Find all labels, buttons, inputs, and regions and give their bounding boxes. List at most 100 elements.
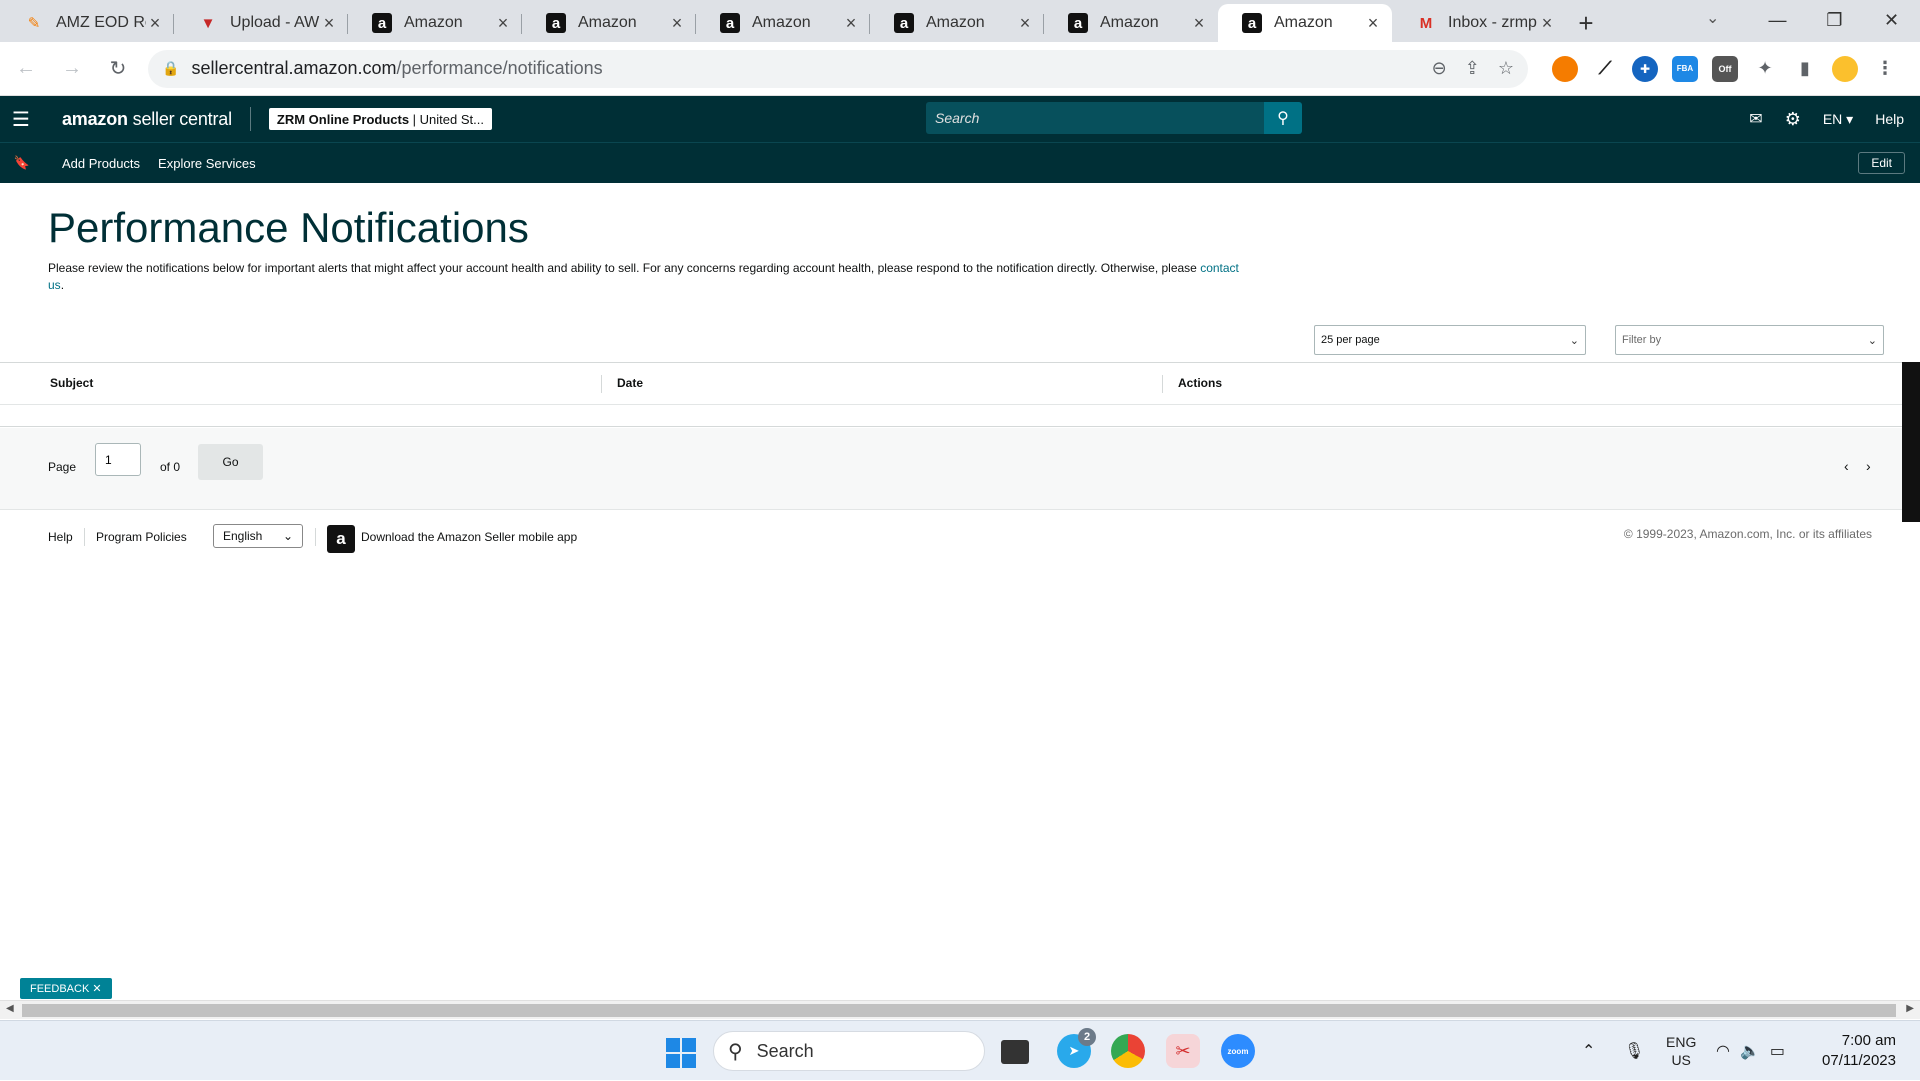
browser-tab[interactable]: a Amazon × [1044,4,1218,42]
help-link[interactable]: Help [1875,111,1904,127]
close-icon[interactable]: × [842,13,860,34]
seller-central-logo[interactable]: amazon seller central [62,107,251,131]
close-icon[interactable]: × [1364,13,1382,34]
extensions-puzzle-icon[interactable]: ✦ [1752,56,1778,82]
search-icon[interactable]: ⚲ [1264,102,1302,134]
column-date[interactable]: Date [617,376,643,390]
explore-services-link[interactable]: Explore Services [158,156,256,171]
scroll-left-icon[interactable]: ◀ [6,1003,14,1014]
feedback-button[interactable]: FEEDBACK ✕ [20,978,112,999]
browser-tab[interactable]: a Amazon × [870,4,1044,42]
browser-tab[interactable]: a Amazon × [696,4,870,42]
close-window-icon[interactable]: ✕ [1863,0,1920,40]
bookmark-star-icon[interactable]: ☆ [1498,58,1514,79]
more-menu-icon[interactable]: ⋮ [1872,56,1898,82]
forward-icon[interactable]: → [52,49,92,89]
settings-gear-icon[interactable]: ⚙ [1785,109,1801,130]
close-icon[interactable]: ✕ [92,982,101,995]
browser-tabstrip: ✎ AMZ EOD Rep × ▼ Upload - AWI × a Amazo… [0,0,1920,42]
close-icon[interactable]: × [1538,13,1556,34]
table-header: Subject Date Actions [0,363,1902,405]
browser-tab[interactable]: ✎ AMZ EOD Rep × [0,4,174,42]
microphone-icon[interactable]: 🎙 [1624,1021,1644,1081]
hamburger-menu-icon[interactable]: ☰ [0,107,42,132]
amazon-app-icon: a [327,525,355,553]
program-policies-link[interactable]: Program Policies [96,530,187,544]
tab-title: Amazon [404,14,463,31]
url-field[interactable]: 🔒 sellercentral.amazon.com/performance/n… [148,49,1528,88]
close-icon[interactable]: × [668,13,686,34]
minimize-icon[interactable]: — [1749,0,1806,40]
browser-tab[interactable]: a Amazon × [522,4,696,42]
close-icon[interactable]: × [1190,13,1208,34]
system-tray[interactable]: ◠ 🔈 ▭ [1716,1021,1785,1081]
extension-fba-icon[interactable]: FBA [1672,55,1698,82]
chevron-down-icon: ⌄ [282,529,293,543]
taskbar-search[interactable]: ⚲ Search [713,1031,985,1071]
restore-icon[interactable]: ❐ [1806,0,1863,40]
browser-tab[interactable]: M Inbox - zrmp × [1392,4,1566,42]
share-icon[interactable]: ⇪ [1465,58,1480,79]
page-total: of 0 [160,460,181,474]
extension-orange-icon[interactable] [1552,55,1578,82]
tab-search-chevron-icon[interactable]: ⌄ [1706,8,1719,28]
add-products-link[interactable]: Add Products [62,156,140,171]
extension-off-icon[interactable]: Off [1712,55,1738,82]
new-tab-button[interactable]: + [1566,4,1606,42]
account-switcher[interactable]: ZRM Online Products | United St... [268,108,492,130]
input-language[interactable]: ENG US [1666,1021,1696,1081]
eod-icon: ✎ [27,15,41,32]
lock-icon[interactable]: 🔒 [162,60,179,77]
windows-start-icon[interactable] [666,1038,696,1068]
profile-avatar[interactable] [1832,55,1858,82]
extensions-bar: ⟋ ✚ FBA Off ✦ ▮ ⋮ [1552,55,1898,82]
download-app-link[interactable]: Download the Amazon Seller mobile app [361,530,577,544]
chrome-icon[interactable] [1111,1034,1145,1068]
browser-tab-active[interactable]: a Amazon × [1218,4,1392,42]
sidepanel-icon[interactable]: ▮ [1792,56,1818,82]
bookmark-icon[interactable]: 🔖 [0,155,44,171]
search-input[interactable] [926,102,1264,134]
tab-title: Amazon [1100,14,1159,31]
close-icon[interactable]: × [1016,13,1034,34]
filter-select[interactable]: Filter by ⌄ [1615,325,1884,355]
amazon-icon: a [546,13,566,33]
amazon-icon: a [894,13,914,33]
back-icon[interactable]: ← [6,49,46,89]
footer-help-link[interactable]: Help [48,530,73,544]
footer-language-select[interactable]: English ⌄ [213,524,303,548]
extension-blue-icon[interactable]: ✚ [1632,55,1658,82]
file-explorer-icon[interactable] [1001,1040,1029,1064]
wifi-icon[interactable]: ◠ [1716,1041,1730,1061]
tab-title: Amazon [926,14,985,31]
battery-icon[interactable]: ▭ [1770,1041,1785,1061]
go-button[interactable]: Go [198,444,263,480]
taskbar-clock[interactable]: 7:00 am 07/11/2023 [1822,1031,1896,1071]
show-hidden-icons[interactable]: ⌃ [1582,1021,1595,1081]
close-icon[interactable]: × [494,13,512,34]
page-number-input[interactable] [95,443,141,476]
close-icon[interactable]: × [320,13,338,34]
tab-title: AMZ EOD Rep [56,14,146,31]
edit-button[interactable]: Edit [1858,152,1905,174]
column-subject[interactable]: Subject [50,376,93,390]
snipping-tool-icon[interactable]: ✂ [1166,1034,1200,1068]
scroll-right-icon[interactable]: ▶ [1906,1003,1914,1014]
zoom-icon[interactable]: zoom [1221,1034,1255,1068]
zoom-out-icon[interactable]: ⊖ [1432,58,1447,79]
language-selector[interactable]: EN ▾ [1823,111,1853,128]
mail-icon[interactable]: ✉ [1749,109,1762,129]
scrollbar-thumb[interactable] [22,1004,1896,1017]
browser-tab[interactable]: ▼ Upload - AWI × [174,4,348,42]
per-page-select[interactable]: 25 per page ⌄ [1314,325,1586,355]
reload-icon[interactable]: ↻ [98,49,138,89]
close-icon[interactable]: × [146,13,164,34]
extension-pen-icon[interactable]: ⟋ [1592,56,1618,82]
browser-tab[interactable]: a Amazon × [348,4,522,42]
prev-page-icon[interactable]: ‹ [1844,458,1849,474]
volume-icon[interactable]: 🔈 [1740,1041,1760,1061]
horizontal-scrollbar[interactable]: ◀ ▶ [0,1000,1920,1019]
seller-central-subnav: 🔖 Add Products Explore Services Edit [0,142,1920,183]
next-page-icon[interactable]: › [1866,458,1871,474]
chevron-down-icon: ⌄ [1867,334,1877,347]
